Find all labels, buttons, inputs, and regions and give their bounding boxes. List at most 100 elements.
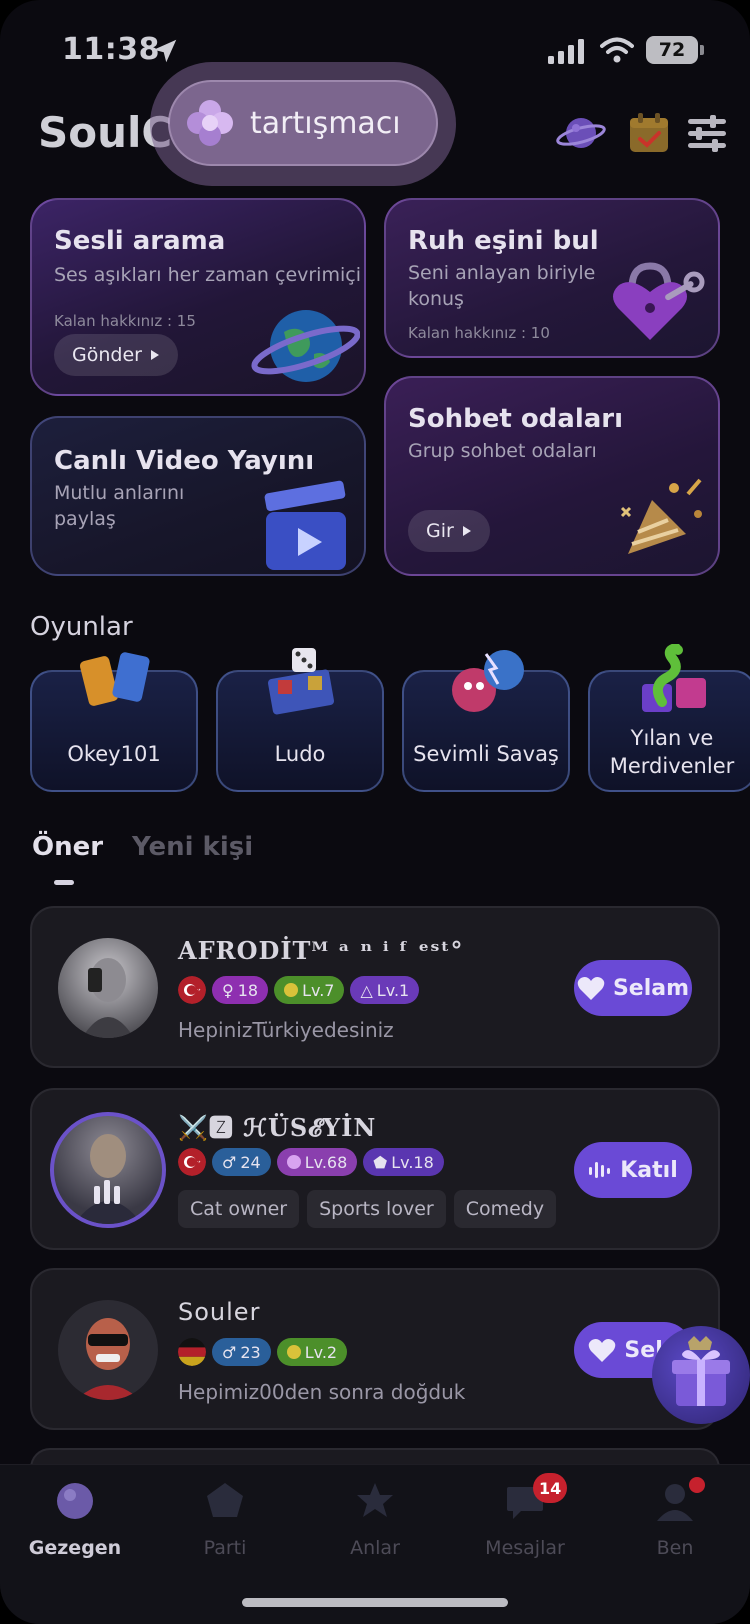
greet-button[interactable]: Selam bbox=[574, 960, 692, 1016]
play-triangle-icon bbox=[462, 526, 471, 536]
interest-tag[interactable]: Comedy bbox=[453, 1190, 557, 1228]
gender-age-badge: ♂ 24 bbox=[212, 1148, 271, 1176]
find-soulmate-remaining: Kalan hakkınız : 10 bbox=[408, 324, 550, 342]
germany-flag-icon bbox=[178, 1338, 206, 1366]
play-triangle-icon bbox=[150, 350, 159, 360]
level-badge-secondary: △ Lv.1 bbox=[350, 976, 420, 1004]
level-badge: Lv.7 bbox=[274, 976, 345, 1004]
user-card[interactable]: AFRODİTᴹ ᵃ ⁿ ⁱ ᶠ ᵉˢᵗ° ♀ 18 Lv.7 △ Lv.1 H… bbox=[30, 906, 720, 1068]
location-arrow-icon bbox=[153, 39, 177, 63]
live-video-subtitle-1: Mutlu anlarını bbox=[54, 482, 185, 504]
gift-fab-button[interactable] bbox=[652, 1326, 750, 1424]
avatar[interactable] bbox=[58, 1300, 158, 1400]
nav-item-ben[interactable]: Ben bbox=[605, 1477, 745, 1559]
planet-icon[interactable] bbox=[556, 110, 606, 156]
games-section-title: Oyunlar bbox=[30, 612, 133, 642]
game-sevimli-savas[interactable]: Sevimli Savaş bbox=[402, 650, 570, 792]
pentagon-nav-icon bbox=[207, 1483, 243, 1517]
okey-tiles-icon bbox=[79, 652, 150, 706]
age-value: 23 bbox=[240, 1342, 261, 1362]
app-screen: 11:38 72 SoulC tartışmacı Sesli arama Se… bbox=[0, 0, 750, 1624]
calendar-check-icon[interactable] bbox=[624, 110, 674, 156]
gift-box-icon bbox=[672, 1336, 730, 1406]
live-video-card[interactable]: Canlı Video Yayını Mutlu anlarını paylaş bbox=[30, 416, 366, 576]
audio-wave-icon bbox=[589, 1162, 611, 1178]
level-value-secondary: Lv.1 bbox=[376, 980, 410, 1000]
avatar-image bbox=[74, 1134, 142, 1224]
game-ludo[interactable]: Ludo bbox=[216, 648, 384, 792]
voice-call-title: Sesli arama bbox=[54, 226, 226, 256]
nav-label: Anlar bbox=[350, 1537, 400, 1559]
live-video-subtitle-2: paylaş bbox=[54, 508, 116, 530]
gender-age-badge: ♂ 23 bbox=[212, 1338, 271, 1366]
clapperboard-icon bbox=[264, 480, 346, 570]
turkey-flag-icon bbox=[178, 1148, 206, 1176]
user-card[interactable]: Souler ♂ 23 Lv.2 Hepimiz00den sonra doğd… bbox=[30, 1268, 720, 1430]
avatar[interactable] bbox=[58, 938, 158, 1038]
user-badges: ♂ 23 Lv.2 bbox=[178, 1338, 348, 1366]
chat-rooms-card[interactable]: Sohbet odaları Grup sohbet odaları Gir bbox=[384, 376, 720, 576]
role-tooltip[interactable]: tartışmacı bbox=[150, 62, 456, 186]
avatar-image bbox=[82, 958, 134, 1038]
party-popper-icon bbox=[620, 478, 702, 554]
tab-yeni-kisi[interactable]: Yeni kişi bbox=[132, 832, 253, 862]
user-badges: ♂ 24 Lv.68 ⬟ Lv.18 bbox=[178, 1148, 444, 1176]
role-tooltip-inner: tartışmacı bbox=[168, 80, 438, 166]
home-indicator bbox=[242, 1598, 508, 1607]
game-okey101[interactable]: Okey101 bbox=[30, 652, 198, 792]
gender-age-badge: ♀ 18 bbox=[212, 976, 269, 1004]
join-button[interactable]: Katıl bbox=[574, 1142, 692, 1198]
join-button-label: Katıl bbox=[620, 1157, 678, 1183]
interest-tags: Cat owner Sports lover Comedy bbox=[178, 1190, 557, 1228]
filter-sliders-icon[interactable] bbox=[684, 110, 734, 156]
voice-call-card[interactable]: Sesli arama Ses aşıkları her zaman çevri… bbox=[30, 198, 366, 396]
snake-icon bbox=[642, 644, 706, 712]
pentagon-icon: ⬟ bbox=[373, 1152, 388, 1172]
nav-item-anlar[interactable]: Anlar bbox=[305, 1479, 445, 1559]
user-name: Souler bbox=[178, 1298, 261, 1326]
find-soulmate-card[interactable]: Ruh eşini bul Seni anlayan biriyle konuş… bbox=[384, 198, 720, 358]
planet-nav-icon bbox=[57, 1483, 93, 1519]
level-badge: Lv.68 bbox=[276, 1148, 358, 1176]
turkey-flag-icon bbox=[178, 976, 206, 1004]
enter-button[interactable]: Gir bbox=[408, 510, 490, 552]
nav-item-parti[interactable]: Parti bbox=[155, 1479, 295, 1559]
tab-oner[interactable]: Öner bbox=[32, 832, 103, 862]
heart-icon bbox=[577, 977, 605, 1000]
nav-label: Parti bbox=[203, 1537, 247, 1559]
level-badge-secondary: ⬟ Lv.18 bbox=[363, 1148, 444, 1176]
level-value: Lv.2 bbox=[304, 1342, 338, 1362]
greet-button-label: Selam bbox=[612, 975, 690, 1001]
level-value: Lv.7 bbox=[302, 980, 335, 1000]
game-sevimli-savas-label: Sevimli Savaş bbox=[413, 742, 559, 766]
age-value: 24 bbox=[240, 1152, 261, 1172]
monster-ball-icon bbox=[452, 650, 524, 712]
male-symbol-icon: ♂ bbox=[222, 1152, 237, 1172]
user-card[interactable]: ⚔️🆉 ℋÜS𝓔YİN ♂ 24 Lv.68 ⬟ Lv.18 Cat owner bbox=[30, 1088, 720, 1250]
chat-rooms-title: Sohbet odaları bbox=[408, 404, 624, 434]
send-button[interactable]: Gönder bbox=[54, 334, 178, 376]
find-soulmate-title: Ruh eşini bul bbox=[408, 226, 599, 256]
heart-icon bbox=[589, 1339, 616, 1362]
nav-item-mesajlar[interactable]: 14 Mesajlar bbox=[455, 1473, 595, 1559]
level-value-secondary: Lv.18 bbox=[391, 1152, 434, 1172]
avatar[interactable] bbox=[50, 1112, 166, 1228]
triangle-icon: △ bbox=[360, 980, 373, 1000]
star-nav-icon bbox=[357, 1483, 393, 1517]
unread-count-badge: 14 bbox=[533, 1473, 568, 1503]
avatar-image bbox=[76, 1318, 140, 1400]
game-yilan-ve-merdivenler-label: Yılan ve Merdivenler bbox=[590, 724, 750, 780]
nav-item-gezegen[interactable]: Gezegen bbox=[5, 1479, 145, 1559]
game-yilan-ve-merdivenler[interactable]: Yılan ve Merdivenler bbox=[588, 644, 750, 792]
status-time: 11:38 bbox=[62, 32, 160, 67]
wifi-icon bbox=[600, 37, 634, 63]
find-soulmate-subtitle-2: konuş bbox=[408, 288, 464, 310]
enter-button-label: Gir bbox=[426, 520, 454, 542]
chat-rooms-subtitle: Grup sohbet odaları bbox=[408, 440, 597, 462]
user-badges: ♀ 18 Lv.7 △ Lv.1 bbox=[178, 976, 420, 1004]
level-coin-icon bbox=[284, 983, 299, 997]
interest-tag[interactable]: Sports lover bbox=[307, 1190, 446, 1228]
level-badge: Lv.2 bbox=[276, 1338, 348, 1366]
interest-tag[interactable]: Cat owner bbox=[178, 1190, 300, 1228]
globe-icon bbox=[251, 310, 360, 382]
